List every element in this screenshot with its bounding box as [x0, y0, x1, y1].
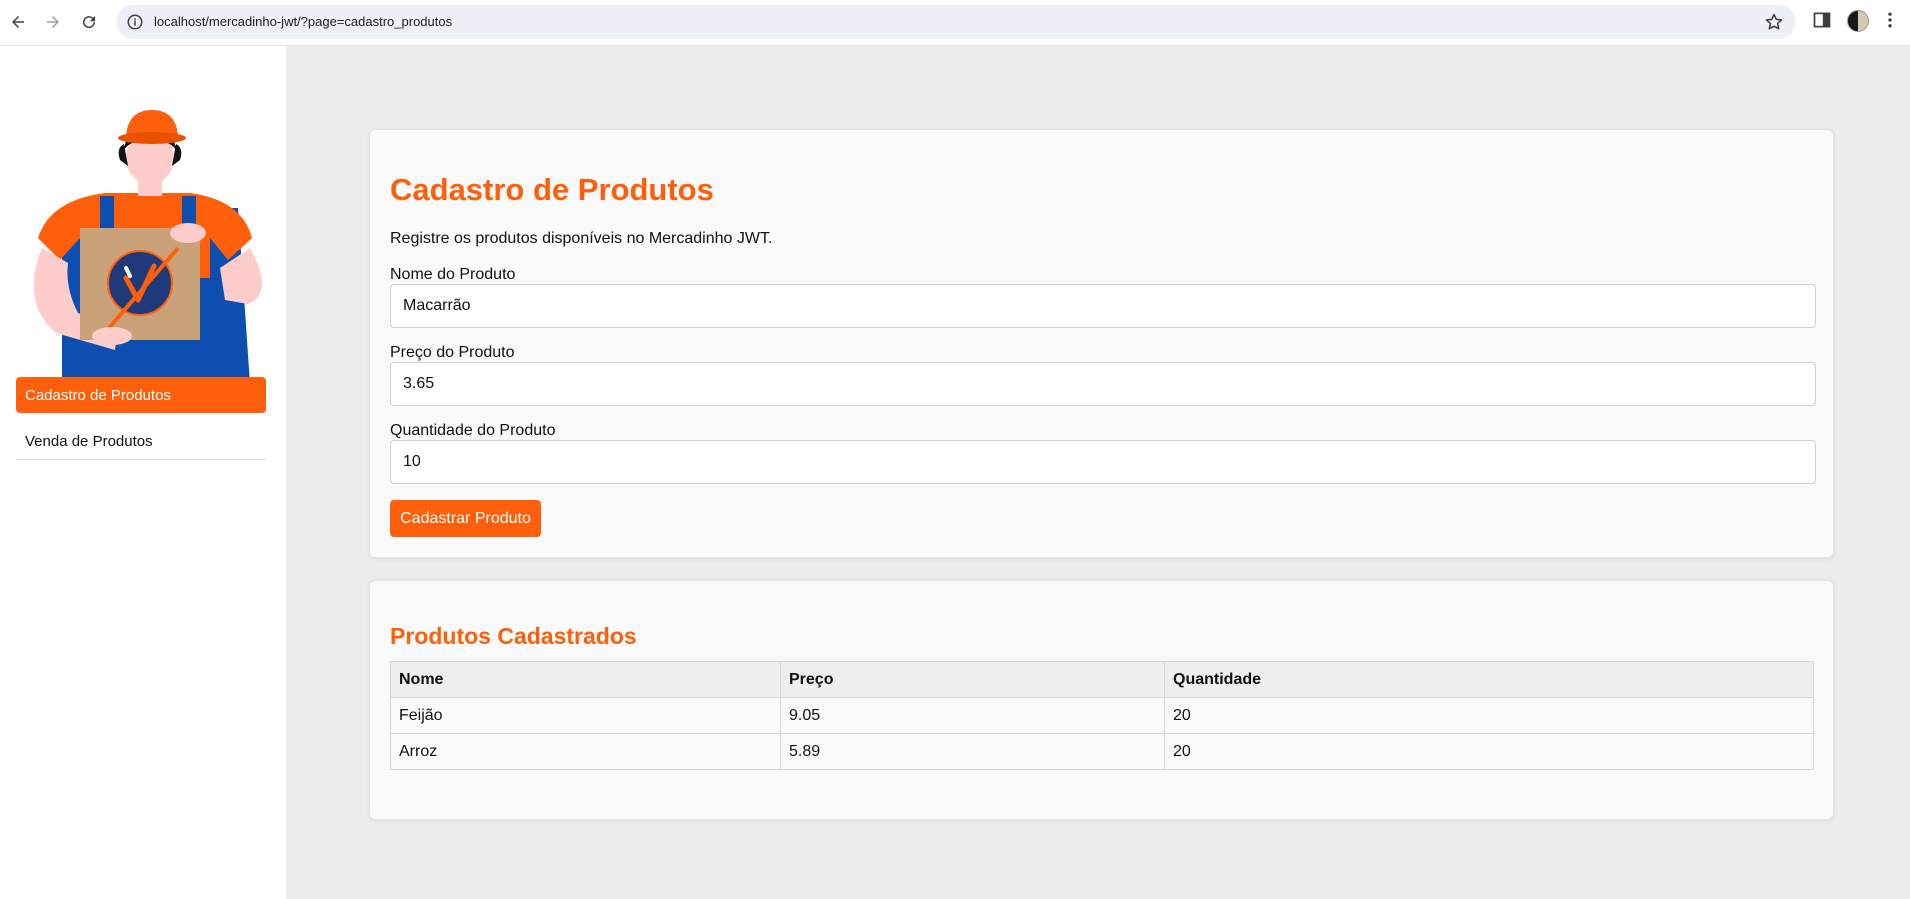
browser-toolbar: localhost/mercadinho-jwt/?page=cadastro_… [0, 0, 1910, 46]
product-name-value: Macarrão [403, 297, 471, 314]
address-bar[interactable]: localhost/mercadinho-jwt/?page=cadastro_… [116, 5, 1796, 39]
product-quantity-label: Quantidade do Produto [390, 422, 556, 439]
side-panel-icon[interactable] [1812, 10, 1832, 30]
column-header-nome: Nome [390, 661, 781, 698]
product-price-value: 3.65 [403, 375, 435, 392]
sidebar-item-cadastro-produtos[interactable]: Cadastro de Produtos [16, 377, 266, 413]
table-row: Feijão 9.05 20 [390, 697, 1814, 734]
cell-quantidade: 20 [1164, 697, 1814, 734]
cell-preco: 5.89 [780, 733, 1165, 770]
sidebar: Cadastro de Produtos Venda de Produtos [0, 46, 286, 899]
column-header-quantidade: Quantidade [1164, 661, 1814, 698]
product-quantity-input[interactable]: 10 [390, 440, 1816, 484]
product-price-input[interactable]: 3.65 [390, 362, 1816, 406]
site-info-icon[interactable] [126, 13, 144, 31]
product-quantity-value: 10 [403, 453, 421, 470]
cell-nome: Feijão [390, 697, 781, 734]
profile-avatar[interactable] [1847, 10, 1869, 32]
product-form-card: Cadastro de Produtos Registre os produto… [369, 129, 1834, 558]
sidebar-item-label: Cadastro de Produtos [25, 386, 171, 404]
column-header-preco: Preço [780, 661, 1165, 698]
register-product-button[interactable]: Cadastrar Produto [390, 500, 541, 537]
cell-quantidade: 20 [1164, 733, 1814, 770]
products-table: Nome Preço Quantidade Feijão 9.05 20 Arr… [390, 661, 1814, 770]
products-list-card: Produtos Cadastrados Nome Preço Quantida… [369, 580, 1834, 820]
sidebar-item-label: Venda de Produtos [25, 433, 153, 450]
forward-arrow-icon[interactable] [40, 9, 66, 35]
cell-nome: Arroz [390, 733, 781, 770]
table-row: Arroz 5.89 20 [390, 733, 1814, 770]
bookmark-star-icon[interactable] [1764, 12, 1784, 32]
reload-icon[interactable] [76, 9, 102, 35]
product-price-label: Preço do Produto [390, 344, 515, 361]
delivery-man-logo [33, 110, 263, 384]
kebab-menu-icon[interactable] [1886, 10, 1898, 30]
table-header-row: Nome Preço Quantidade [390, 661, 1814, 698]
cell-preco: 9.05 [780, 697, 1165, 734]
url-text[interactable]: localhost/mercadinho-jwt/?page=cadastro_… [154, 14, 452, 29]
product-name-input[interactable]: Macarrão [390, 284, 1816, 328]
page-title: Cadastro de Produtos [390, 172, 714, 207]
back-arrow-icon[interactable] [5, 9, 31, 35]
product-name-label: Nome do Produto [390, 266, 516, 283]
form-description: Registre os produtos disponíveis no Merc… [390, 230, 773, 247]
products-title: Produtos Cadastrados [390, 623, 637, 649]
sidebar-item-venda-produtos[interactable]: Venda de Produtos [16, 424, 266, 460]
